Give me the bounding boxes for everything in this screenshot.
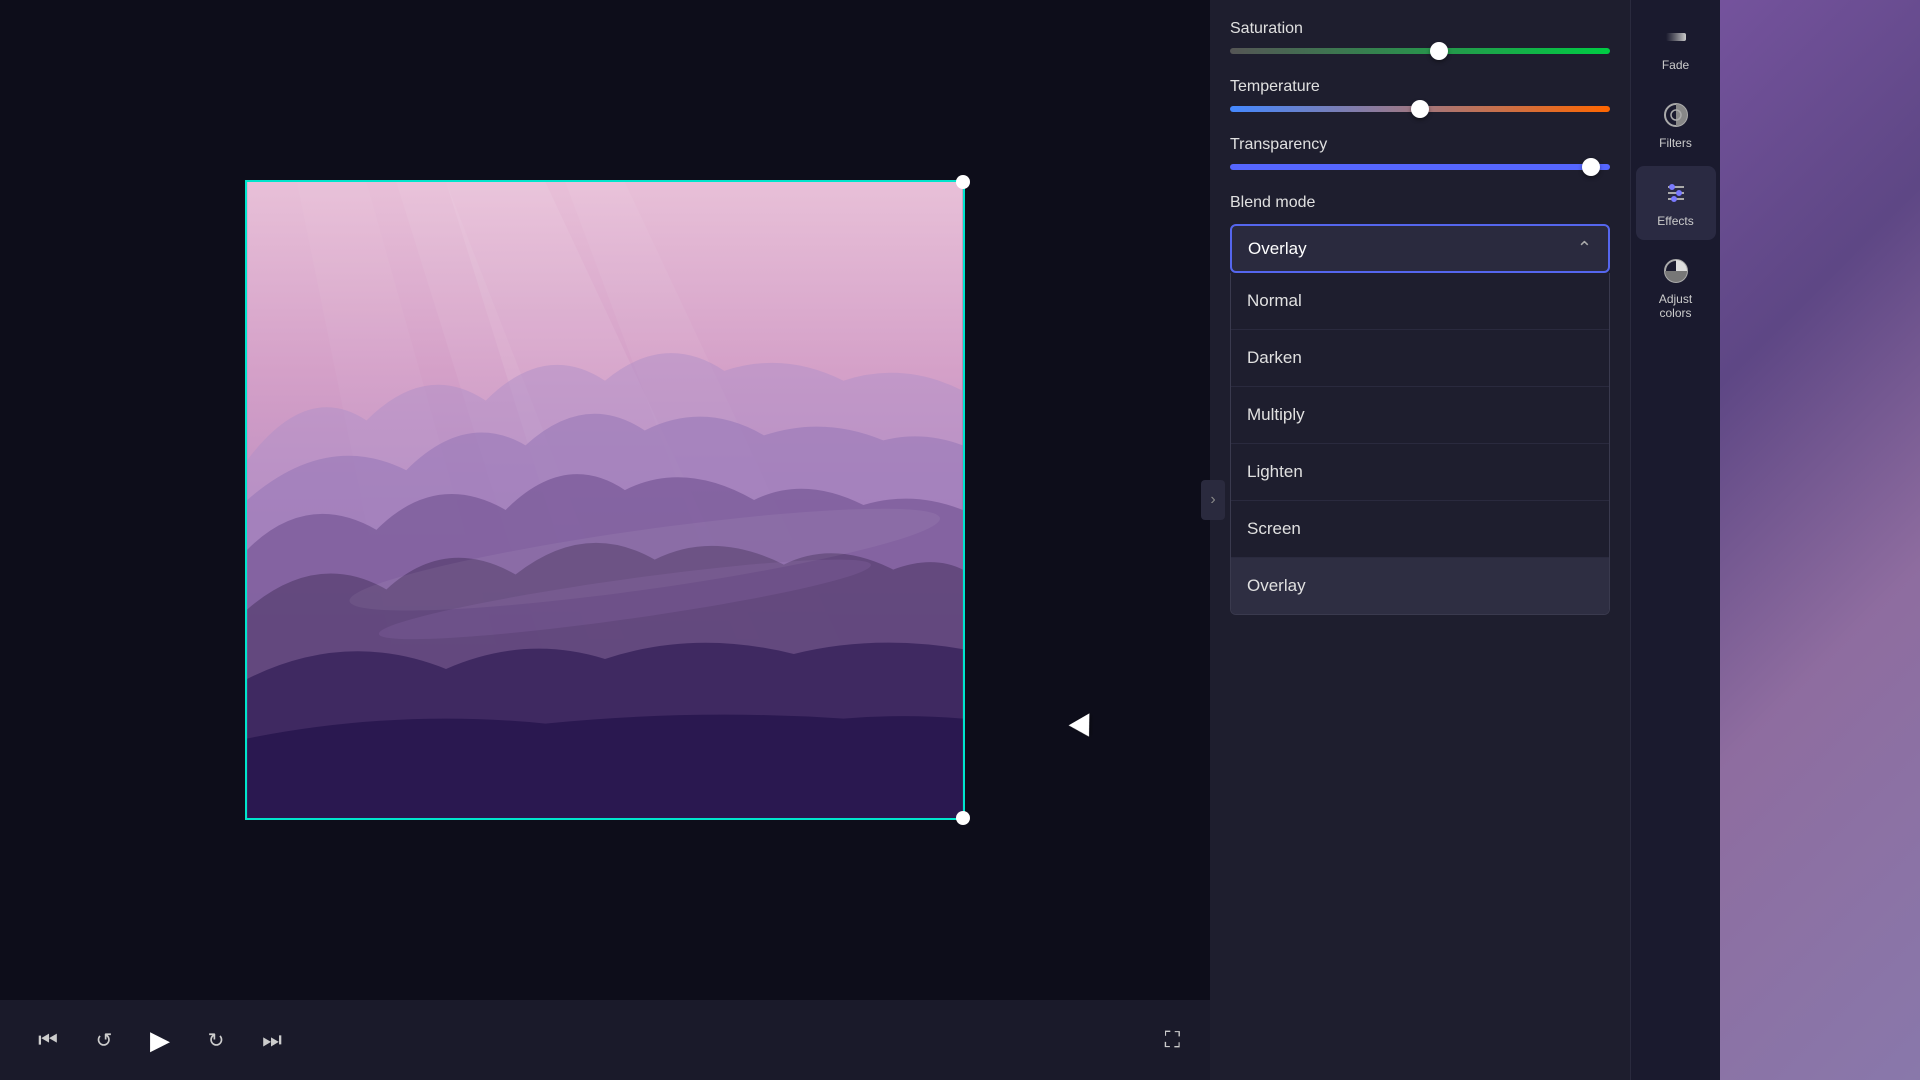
transparency-thumb[interactable] [1582, 158, 1600, 176]
blend-mode-selected-value: Overlay [1248, 239, 1307, 259]
fade-tool-label: Fade [1662, 58, 1689, 72]
filters-tool-label: Filters [1659, 136, 1692, 150]
blend-mode-dropdown-list: Normal Darken Multiply Lighten Screen Ov… [1230, 273, 1610, 615]
skip-forward-button[interactable]: ⏭ [254, 1022, 290, 1058]
tool-fade[interactable]: Fade [1636, 10, 1716, 84]
blend-option-darken[interactable]: Darken [1231, 330, 1609, 387]
blend-mode-section: Blend mode Overlay ⌃ Normal Darken Multi… [1230, 194, 1610, 615]
blend-option-multiply[interactable]: Multiply [1231, 387, 1609, 444]
saturation-slider[interactable] [1230, 48, 1610, 54]
adjust-colors-icon [1661, 256, 1691, 286]
blend-option-screen[interactable]: Screen [1231, 501, 1609, 558]
temperature-label: Temperature [1230, 78, 1610, 96]
temperature-thumb[interactable] [1411, 100, 1429, 118]
temperature-section: Temperature [1230, 78, 1610, 112]
transparency-slider[interactable] [1230, 164, 1610, 170]
saturation-label: Saturation [1230, 20, 1610, 38]
video-thumbnail [247, 182, 963, 818]
blend-option-overlay[interactable]: Overlay [1231, 558, 1609, 614]
tool-adjust-colors[interactable]: Adjust colors [1636, 244, 1716, 332]
rewind-button[interactable]: ↺ [86, 1022, 122, 1058]
tool-filters[interactable]: Filters [1636, 88, 1716, 162]
fade-icon [1661, 22, 1691, 52]
effects-icon [1661, 178, 1691, 208]
effects-tool-label: Effects [1657, 214, 1693, 228]
corner-handle-top-right[interactable] [956, 175, 970, 189]
right-decorative-sidebar [1720, 0, 1920, 1080]
blend-mode-dropdown[interactable]: Overlay ⌃ [1230, 224, 1610, 273]
blend-mode-label: Blend mode [1230, 194, 1610, 212]
saturation-thumb[interactable] [1430, 42, 1448, 60]
transparency-label: Transparency [1230, 136, 1610, 154]
video-area: › ⏮ ↺ ▶ ↻ ⏭ ⛶ [0, 0, 1210, 1080]
properties-content: Saturation Temperature Transparency Blen… [1210, 0, 1630, 1080]
video-controls-bar: ⏮ ↺ ▶ ↻ ⏭ ⛶ [0, 1000, 1210, 1080]
corner-handle-bottom-right[interactable] [956, 811, 970, 825]
skip-back-button[interactable]: ⏮ [30, 1022, 66, 1058]
saturation-section: Saturation [1230, 20, 1610, 54]
transparency-section: Transparency [1230, 136, 1610, 170]
collapse-panel-button[interactable]: › [1201, 480, 1225, 520]
forward-button[interactable]: ↻ [198, 1022, 234, 1058]
tool-effects[interactable]: Effects [1636, 166, 1716, 240]
fullscreen-button[interactable]: ⛶ [1165, 1027, 1180, 1053]
properties-panel: Saturation Temperature Transparency Blen… [1210, 0, 1630, 1080]
chevron-up-icon: ⌃ [1577, 238, 1592, 259]
blend-option-lighten[interactable]: Lighten [1231, 444, 1609, 501]
video-frame [245, 180, 965, 820]
adjust-colors-tool-label: Adjust colors [1644, 292, 1708, 320]
video-container: › [0, 0, 1210, 1000]
playback-controls: ⏮ ↺ ▶ ↻ ⏭ [30, 1022, 290, 1058]
temperature-slider[interactable] [1230, 106, 1610, 112]
filters-icon [1661, 100, 1691, 130]
blend-option-normal[interactable]: Normal [1231, 273, 1609, 330]
side-toolbar: Fade Filters Effects [1630, 0, 1720, 1080]
play-button[interactable]: ▶ [142, 1022, 178, 1058]
